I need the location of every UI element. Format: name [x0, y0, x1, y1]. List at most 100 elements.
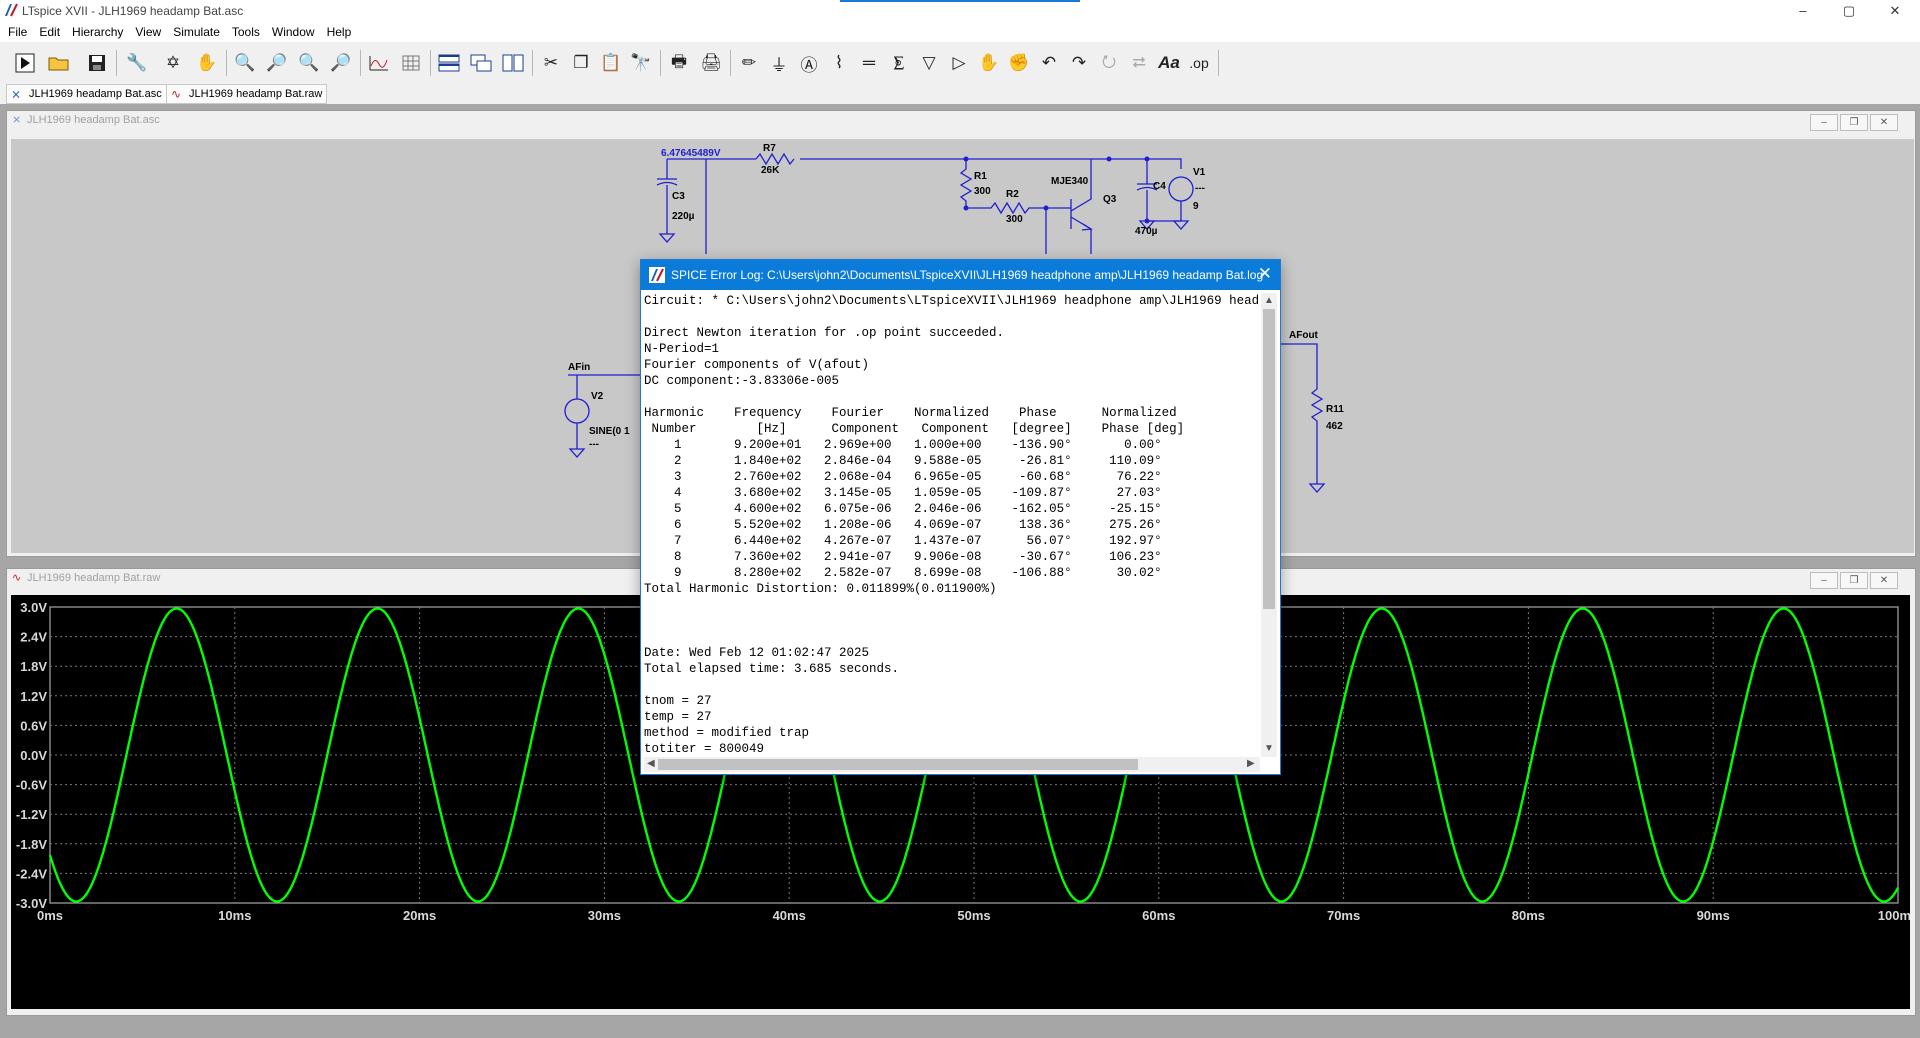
y-tick-label: 3.0V — [20, 600, 47, 615]
print-icon[interactable]: 🖶 — [666, 50, 692, 76]
minimize-button[interactable]: – — [1780, 0, 1826, 22]
close-button[interactable]: ✕ — [1872, 0, 1918, 22]
log-text-area[interactable]: Circuit: * C:\Users\john2\Documents\LTsp… — [644, 293, 1259, 753]
inductor-icon[interactable]: ⨊ — [886, 50, 912, 76]
c4-label: C4 — [1153, 181, 1166, 192]
save-icon[interactable] — [84, 50, 110, 76]
grid-icon[interactable] — [398, 50, 424, 76]
log-line: Number [Hz] Component Component [degree]… — [644, 422, 1185, 436]
scroll-left-icon[interactable]: ◀ — [647, 758, 655, 769]
redo-icon[interactable]: ↷ — [1066, 50, 1092, 76]
y-tick-label: 2.4V — [20, 630, 47, 645]
log-line: 4 3.680e+02 3.145e-05 1.059e-05 -109.87°… — [644, 486, 1162, 500]
autorange-icon[interactable] — [366, 50, 392, 76]
x-tick-label: 80ms — [1512, 908, 1545, 923]
scroll-up-icon[interactable]: ▲ — [1264, 295, 1274, 306]
resistor-icon[interactable]: ⌇ — [826, 50, 852, 76]
dialog-title-bar[interactable]: SPICE Error Log: C:\Users\john2\Document… — [641, 260, 1280, 290]
copy-icon[interactable]: ❐ — [568, 50, 594, 76]
menu-window[interactable]: Window — [266, 22, 321, 42]
v2-dash: --- — [589, 439, 599, 450]
wire-icon[interactable]: ✏ — [736, 50, 762, 76]
schematic-minimize-button[interactable]: – — [1810, 114, 1838, 131]
maximize-button[interactable]: ▢ — [1826, 0, 1872, 22]
focus-indicator — [840, 0, 1080, 2]
label-net-icon[interactable]: Ⓐ — [796, 50, 822, 76]
v1-label: V1 — [1193, 167, 1206, 178]
log-line: DC component:-3.83306e-005 — [644, 374, 840, 388]
log-line: 8 7.360e+02 2.941e-07 9.906e-08 -30.67° … — [644, 550, 1162, 564]
menu-edit[interactable]: Edit — [33, 22, 66, 42]
q3-label: Q3 — [1103, 194, 1117, 205]
ltspice-logo-icon — [5, 3, 18, 17]
menu-file[interactable]: File — [2, 22, 33, 42]
waveform-minimize-button[interactable]: – — [1810, 572, 1838, 589]
text-icon[interactable]: Aa — [1156, 50, 1182, 76]
move-icon[interactable]: ✋ — [976, 50, 1002, 76]
x-tick-label: 10ms — [218, 908, 251, 923]
waveform-restore-button[interactable]: ❐ — [1840, 572, 1868, 589]
tab-schematic[interactable]: ⨯ JLH1969 headamp Bat.asc — [6, 84, 167, 104]
log-line: 5 4.600e+02 6.075e-06 2.046e-06 -162.05°… — [644, 502, 1162, 516]
menu-simulate[interactable]: Simulate — [167, 22, 226, 42]
tab-waveform[interactable]: ∿ JLH1969 headamp Bat.raw — [166, 84, 328, 104]
menu-view[interactable]: View — [129, 22, 167, 42]
r1-value: 300 — [974, 186, 991, 197]
zoom-out-icon[interactable]: 🔍 — [296, 50, 322, 76]
menu-help[interactable]: Help — [321, 22, 358, 42]
undo-icon[interactable]: ↶ — [1036, 50, 1062, 76]
zoom-in-icon[interactable]: 🔍 — [232, 50, 258, 76]
control-panel-icon[interactable]: 🔧 — [124, 50, 150, 76]
waveform-close-button[interactable]: ✕ — [1870, 572, 1898, 589]
log-horizontal-scroll-thumb[interactable] — [658, 759, 1138, 770]
pan-hand-icon[interactable]: ✋ — [194, 50, 220, 76]
y-tick-label: 0.6V — [20, 718, 47, 733]
log-vertical-scroll-thumb[interactable] — [1263, 309, 1275, 609]
run-icon[interactable] — [12, 50, 38, 76]
scroll-right-icon[interactable]: ▶ — [1247, 758, 1255, 769]
halt-icon[interactable]: ✡ — [160, 50, 186, 76]
node-voltage-label: 6.47645489V — [661, 148, 721, 159]
mirror-icon[interactable]: ⮂ — [1126, 50, 1152, 76]
tile-vertical-icon[interactable] — [500, 50, 526, 76]
cut-icon[interactable]: ✂ — [538, 50, 564, 76]
drag-icon[interactable]: ✊ — [1006, 50, 1032, 76]
component-icon[interactable]: ▷ — [946, 50, 972, 76]
schematic-close-button[interactable]: ✕ — [1870, 114, 1898, 131]
log-horizontal-scrollbar[interactable]: ◀ ▶ — [644, 757, 1260, 772]
y-tick-label: -2.4V — [16, 866, 47, 881]
tile-horizontal-icon[interactable] — [436, 50, 462, 76]
schematic-icon: ⨯ — [11, 87, 22, 101]
menu-tools[interactable]: Tools — [226, 22, 266, 42]
document-tabs: ⨯ JLH1969 headamp Bat.asc ∿ JLH1969 head… — [0, 82, 1920, 104]
diode-icon[interactable]: ▽ — [916, 50, 942, 76]
c3-value: 220µ — [672, 211, 695, 222]
schematic-window-title: JLH1969 headamp Bat.asc — [27, 114, 160, 126]
spice-directive-icon[interactable]: .op — [1186, 50, 1212, 76]
log-vertical-scrollbar[interactable]: ▲ ▼ — [1261, 293, 1277, 757]
y-tick-label: 0.0V — [20, 748, 47, 763]
schematic-window-header: ⨯ JLH1969 headamp Bat.asc – ❐ ✕ — [7, 111, 1915, 131]
tab-waveform-label: JLH1969 headamp Bat.raw — [189, 88, 323, 100]
find-icon[interactable]: 🔭 — [628, 50, 654, 76]
zoom-area-icon[interactable]: 🔎 — [264, 50, 290, 76]
v2-value: SINE(0 1 — [589, 426, 630, 437]
x-tick-label: 60ms — [1142, 908, 1175, 923]
dialog-close-icon[interactable]: ✕ — [1258, 264, 1272, 284]
schematic-restore-button[interactable]: ❐ — [1840, 114, 1868, 131]
cascade-icon[interactable] — [468, 50, 494, 76]
scroll-down-icon[interactable]: ▼ — [1264, 743, 1274, 754]
x-tick-label: 70ms — [1327, 908, 1360, 923]
menu-hierarchy[interactable]: Hierarchy — [66, 22, 129, 42]
open-icon[interactable] — [46, 50, 72, 76]
window-title: LTspice XVII - JLH1969 headamp Bat.asc — [22, 4, 244, 18]
capacitor-icon[interactable]: ═ — [856, 50, 882, 76]
r2-label: R2 — [1006, 189, 1019, 200]
ground-icon[interactable]: ⏚ — [766, 50, 792, 76]
rotate-icon[interactable]: ⭮ — [1096, 50, 1122, 76]
print-setup-icon[interactable]: 🖨 — [698, 50, 724, 76]
zoom-fit-icon[interactable]: 🔎 — [328, 50, 354, 76]
paste-icon[interactable]: 📋 — [598, 50, 624, 76]
